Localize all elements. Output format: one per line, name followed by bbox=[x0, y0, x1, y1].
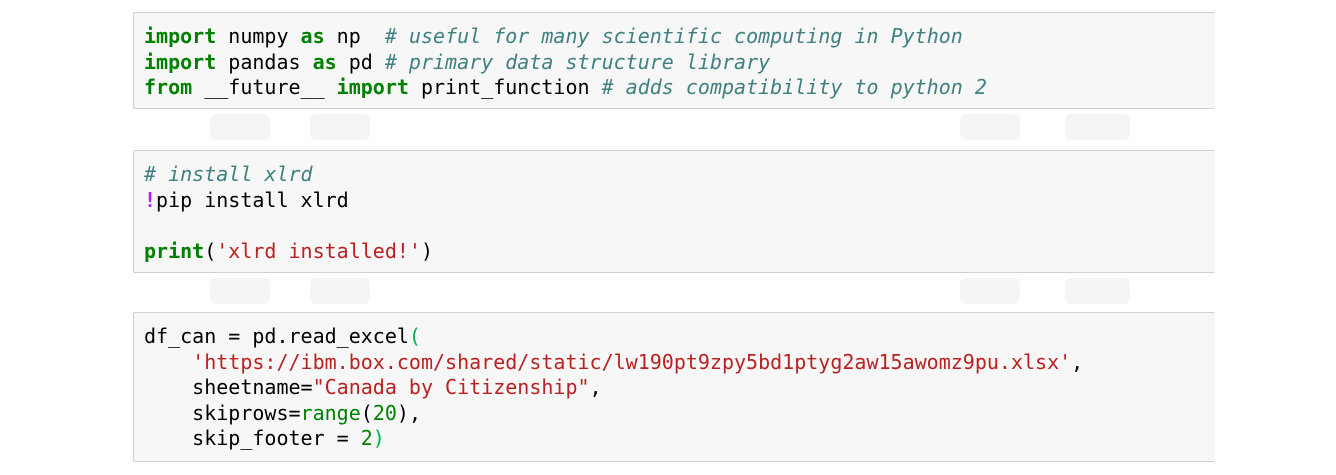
watermark-block bbox=[210, 278, 270, 304]
code-token: , bbox=[589, 375, 602, 399]
code-token: pd bbox=[336, 49, 385, 74]
code-token: ( bbox=[360, 400, 373, 425]
code-cell-install-xlrd[interactable]: # install xlrd !pip install xlrd print('x… bbox=[133, 150, 1215, 273]
code-token: 'https://ibm.box.com/shared/static/lw190… bbox=[192, 349, 1072, 374]
code-token: ) bbox=[420, 238, 434, 263]
code-token: ( bbox=[408, 324, 421, 348]
code-cell-read-excel[interactable]: df_can = pd.read_excel( 'https://ibm.box… bbox=[133, 312, 1215, 462]
code-token: numpy bbox=[216, 24, 301, 48]
code-token: ( bbox=[204, 238, 217, 263]
code-token: from bbox=[144, 75, 193, 99]
code-editor[interactable]: # install xlrd !pip install xlrd print('x… bbox=[144, 162, 433, 264]
code-token: # useful for many scientific computing i… bbox=[384, 24, 963, 48]
code-token: "Canada by Citizenship" bbox=[312, 375, 590, 399]
code-token: 'xlrd installed!' bbox=[216, 238, 421, 263]
code-token: import bbox=[144, 24, 217, 48]
code-token: pip install xlrd bbox=[156, 187, 349, 212]
code-token: ! bbox=[144, 187, 157, 212]
code-token: ) bbox=[372, 426, 385, 450]
code-token: range bbox=[300, 400, 361, 425]
code-line: from __future__ import print_function # … bbox=[144, 75, 987, 101]
code-token: print bbox=[144, 238, 205, 263]
watermark-block bbox=[960, 114, 1020, 140]
code-editor[interactable]: import numpy as np # useful for many sci… bbox=[144, 24, 987, 101]
watermark-block bbox=[210, 114, 270, 140]
code-token: 2 bbox=[360, 426, 373, 450]
code-token: sheetname= bbox=[144, 375, 313, 399]
code-token: as bbox=[300, 24, 325, 48]
code-token: skip_footer = bbox=[144, 426, 361, 450]
watermark-block bbox=[310, 278, 370, 304]
code-line: skip_footer = 2) bbox=[144, 426, 1083, 452]
code-line: print('xlrd installed!') bbox=[144, 239, 433, 265]
watermark-block bbox=[960, 278, 1020, 304]
code-token: print_function bbox=[408, 75, 602, 99]
code-line: df_can = pd.read_excel( bbox=[144, 324, 1083, 350]
code-line: import numpy as np # useful for many sci… bbox=[144, 24, 987, 50]
code-token: df_can = pd.read_excel bbox=[144, 324, 409, 348]
watermark-block bbox=[1065, 114, 1130, 140]
code-line: import pandas as pd # primary data struc… bbox=[144, 50, 987, 76]
code-editor[interactable]: df_can = pd.read_excel( 'https://ibm.box… bbox=[144, 324, 1083, 452]
code-line bbox=[144, 213, 433, 239]
code-line: sheetname="Canada by Citizenship", bbox=[144, 375, 1083, 401]
code-token: skiprows= bbox=[144, 400, 301, 425]
code-token: 20 bbox=[372, 400, 397, 425]
code-token: np bbox=[324, 24, 385, 48]
code-token: import bbox=[144, 49, 217, 74]
code-token: ), bbox=[396, 400, 421, 425]
watermark-block bbox=[1065, 278, 1130, 304]
code-token: , bbox=[1071, 349, 1084, 374]
code-token: # install xlrd bbox=[144, 162, 313, 186]
code-line: # install xlrd bbox=[144, 162, 433, 188]
code-line: !pip install xlrd bbox=[144, 188, 433, 214]
code-token: as bbox=[312, 49, 337, 74]
watermark-block bbox=[310, 114, 370, 140]
code-cell-imports[interactable]: import numpy as np # useful for many sci… bbox=[133, 12, 1215, 109]
code-line: skiprows=range(20), bbox=[144, 401, 1083, 427]
code-line: 'https://ibm.box.com/shared/static/lw190… bbox=[144, 350, 1083, 376]
code-token: # primary data structure library bbox=[384, 49, 771, 74]
code-token: import bbox=[336, 75, 409, 99]
code-token: __future__ bbox=[192, 75, 337, 99]
code-token: pandas bbox=[216, 49, 313, 74]
code-token: # adds compatibility to python 2 bbox=[601, 75, 987, 99]
